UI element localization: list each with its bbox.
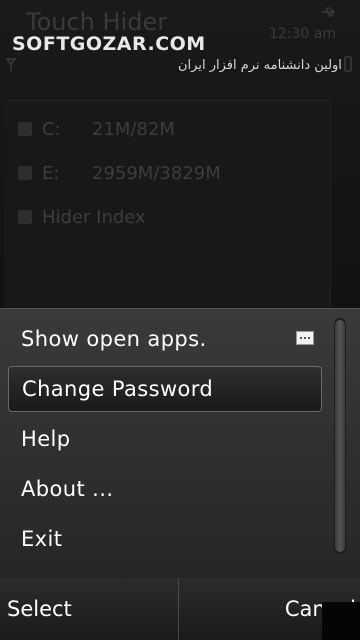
menu-item-help[interactable]: Help [8, 416, 322, 462]
drive-row-e: E: 2959M/3829M [18, 159, 221, 187]
submenu-icon [296, 331, 314, 345]
menu-item-label: Show open apps. [21, 327, 207, 351]
app-title: Touch Hider [26, 8, 168, 36]
drive-label: E: [42, 162, 60, 184]
scroll-thumb[interactable] [335, 320, 345, 552]
menu-scrollbar[interactable] [334, 318, 346, 554]
index-icon [18, 210, 32, 224]
signal-icon [6, 58, 16, 71]
corner-overlay [322, 602, 360, 640]
status-time: 12:30 am [268, 26, 336, 42]
drive-row-c: C: 21M/82M [18, 115, 175, 143]
softkey-bar: Select Cancel [0, 578, 360, 640]
drive-icon [18, 122, 32, 136]
drive-space: 2959M/3829M [92, 162, 221, 184]
menu-item-label: Help [21, 427, 71, 451]
background-app: Touch Hider 12:30 am SOFTGOZAR.COM اولین… [0, 0, 360, 310]
phone-screen: Touch Hider 12:30 am SOFTGOZAR.COM اولین… [0, 0, 360, 640]
options-menu: Show open apps. Change Password Help Abo… [0, 308, 360, 579]
menu-item-exit[interactable]: Exit [8, 516, 322, 562]
menu-item-about[interactable]: About ... [8, 466, 322, 512]
drive-label: C: [42, 118, 61, 140]
folder-icon [18, 166, 32, 180]
drive-space: 21M/82M [92, 118, 175, 140]
watermark-brand: SOFTGOZAR.COM [12, 33, 206, 55]
menu-item-change-password[interactable]: Change Password [8, 366, 322, 412]
hider-index-row: Hider Index [18, 203, 146, 231]
usb-icon [322, 7, 335, 17]
select-softkey[interactable]: Select [0, 578, 179, 640]
menu-item-label: Change Password [22, 377, 214, 401]
drive-list: C: 21M/82M E: 2959M/3829M Hider Index [4, 100, 331, 307]
battery-icon [344, 56, 352, 72]
menu-item-show-open-apps[interactable]: Show open apps. [8, 316, 322, 362]
watermark-tagline: اولین دانشنامه نرم افزار ایران [178, 58, 342, 73]
menu-item-label: Exit [21, 527, 63, 551]
menu-item-label: About ... [21, 477, 114, 501]
hider-index-label: Hider Index [42, 206, 146, 228]
